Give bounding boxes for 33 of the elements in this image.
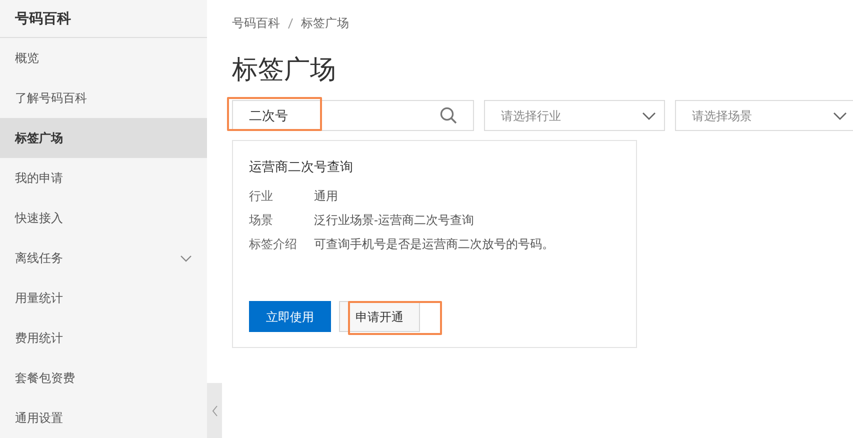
- sidebar-item[interactable]: 用量统计: [0, 278, 207, 318]
- sidebar-item[interactable]: 我的申请: [0, 158, 207, 198]
- sidebar-item[interactable]: 了解号码百科: [0, 78, 207, 118]
- use-now-button[interactable]: 立即使用: [249, 301, 331, 332]
- chevron-down-icon: [833, 112, 847, 120]
- chevron-down-icon: [180, 254, 192, 262]
- sidebar-item[interactable]: 概览: [0, 38, 207, 78]
- search-icon: [440, 107, 457, 124]
- card-title: 运营商二次号查询: [249, 158, 354, 176]
- select-dropdown[interactable]: 请选择行业: [484, 100, 665, 131]
- select-dropdown[interactable]: 请选择场景: [675, 100, 853, 131]
- field-label: 场景: [249, 212, 274, 229]
- sidebar-item[interactable]: 通用设置: [0, 398, 207, 438]
- field-value: 可查询手机号是否是运营商二次放号的号码。: [314, 236, 554, 253]
- sidebar-item[interactable]: 标签广场: [0, 118, 207, 158]
- chevron-left-icon: [212, 404, 218, 416]
- sidebar-item[interactable]: 快速接入: [0, 198, 207, 238]
- collapse-handle[interactable]: [207, 383, 222, 438]
- search-field[interactable]: 二次号: [232, 100, 474, 131]
- field-label: 行业: [249, 188, 274, 205]
- sidebar-item[interactable]: 离线任务: [0, 238, 207, 278]
- slash-icon: [288, 18, 293, 28]
- chevron-down-icon: [642, 112, 656, 120]
- apply-button[interactable]: 申请开通: [339, 301, 420, 332]
- page-title: 标签广场: [232, 53, 337, 86]
- field-label: 标签介绍: [249, 236, 298, 253]
- field-value: 通用: [314, 188, 338, 205]
- sidebar-item[interactable]: 套餐包资费: [0, 358, 207, 398]
- breadcrumb-current: 标签广场: [301, 15, 349, 32]
- sidebar-item[interactable]: 费用统计: [0, 318, 207, 358]
- breadcrumb-link[interactable]: 号码百科: [232, 14, 280, 32]
- sidebar-title: 号码百科: [15, 9, 71, 28]
- field-value: 泛行业场景-运营商二次号查询: [314, 212, 474, 229]
